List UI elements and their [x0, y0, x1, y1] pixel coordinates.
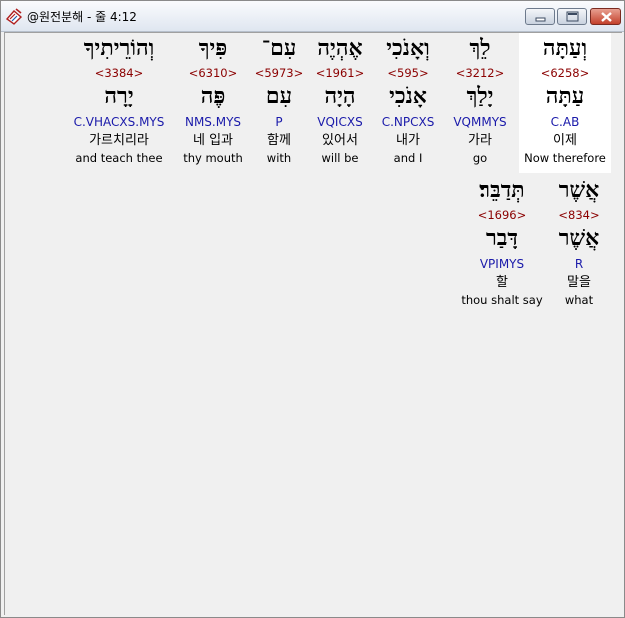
- strong-number: <6310>: [188, 66, 238, 80]
- korean-gloss: 이제: [553, 133, 577, 148]
- morphology-code: C.AB: [550, 115, 580, 129]
- hebrew-word: תְּדַבֵּר׃: [479, 177, 525, 203]
- english-gloss: with: [266, 151, 292, 165]
- morphology-code: NMS.MYS: [184, 115, 242, 129]
- hebrew-word: אֶהְיֶה: [317, 35, 363, 61]
- strong-number: <6258>: [540, 66, 590, 80]
- interlinear-panel: וְעַתָּה <6258> עַתָּה C.AB 이제 Now there…: [4, 32, 622, 615]
- app-window: @원전분해 - 줄 4:12 וְעַתָּה <6258> עַתָּה C.…: [0, 0, 625, 618]
- hebrew-word: פִּיךָ: [198, 35, 228, 61]
- hebrew-word: לֵךְ: [469, 35, 491, 61]
- korean-gloss: 할: [496, 275, 508, 290]
- word-cell[interactable]: אֲשֶׁר <834> אֲשֶׁר R 말을 what: [549, 175, 609, 315]
- strong-number: <834>: [558, 208, 600, 222]
- hebrew-lemma: אָנֹכִי: [389, 83, 427, 109]
- hebrew-lemma: דָּבַר: [486, 225, 518, 251]
- word-cell[interactable]: פִּיךָ <6310> פֶּה NMS.MYS 네 입과 thy mout…: [177, 33, 249, 173]
- english-gloss: Now therefore: [524, 151, 606, 165]
- close-icon: [601, 12, 612, 22]
- close-button[interactable]: [590, 8, 621, 25]
- window-title: @원전분해 - 줄 4:12: [27, 10, 137, 24]
- hebrew-word: וְהוֹרֵיתִיךָ: [83, 35, 155, 61]
- word-cell[interactable]: לֵךְ <3212> יָלַךְ VQMMYS 가라 go: [445, 33, 515, 173]
- title-bar[interactable]: @원전분해 - 줄 4:12: [1, 1, 624, 32]
- strong-number: <1696>: [477, 208, 527, 222]
- korean-gloss: 말을: [567, 275, 591, 290]
- english-gloss: and I: [393, 151, 423, 165]
- morphology-code: P: [275, 115, 283, 129]
- book-pen-icon[interactable]: [5, 7, 23, 25]
- strong-number: <3384>: [94, 66, 144, 80]
- english-gloss: go: [472, 151, 488, 165]
- minimize-button[interactable]: [525, 8, 555, 25]
- maximize-icon: [566, 11, 579, 22]
- hebrew-lemma: עִם: [265, 83, 293, 109]
- strong-number: <3212>: [455, 66, 505, 80]
- english-gloss: what: [564, 293, 594, 307]
- maximize-button[interactable]: [557, 8, 587, 25]
- morphology-code: R: [574, 257, 584, 271]
- strong-number: <595>: [387, 66, 429, 80]
- hebrew-lemma: הָיָה: [324, 83, 356, 109]
- hebrew-word: אֲשֶׁר: [558, 177, 600, 203]
- korean-gloss: 내가: [396, 133, 420, 148]
- morphology-code: VPIMYS: [479, 257, 525, 271]
- english-gloss: will be: [321, 151, 359, 165]
- hebrew-lemma: יָרָה: [104, 83, 134, 109]
- korean-gloss: 함께: [267, 133, 291, 148]
- morphology-code: VQMMYS: [453, 115, 507, 129]
- word-cell[interactable]: וְעַתָּה <6258> עַתָּה C.AB 이제 Now there…: [519, 33, 611, 173]
- morphology-code: VQICXS: [317, 115, 363, 129]
- korean-gloss: 네 입과: [192, 133, 233, 148]
- hebrew-word: וְאָנֹכִי: [386, 35, 430, 61]
- hebrew-lemma: פֶּה: [200, 83, 226, 109]
- hebrew-word: וְעַתָּה: [542, 35, 588, 61]
- english-gloss: thou shalt say: [461, 293, 543, 307]
- hebrew-lemma: עַתָּה: [545, 83, 585, 109]
- strong-number: <1961>: [315, 66, 365, 80]
- word-cell[interactable]: וְאָנֹכִי <595> אָנֹכִי C.NPCXS 내가 and I: [373, 33, 443, 173]
- hebrew-word: עִם־: [261, 35, 297, 61]
- korean-gloss: 가르치리라: [89, 133, 149, 148]
- korean-gloss: 있어서: [322, 133, 358, 148]
- word-cell[interactable]: וְהוֹרֵיתִיךָ <3384> יָרָה C.VHACXS.MYS …: [65, 33, 173, 173]
- morphology-code: C.NPCXS: [381, 115, 435, 129]
- word-cell[interactable]: תְּדַבֵּר׃ <1696> דָּבַר VPIMYS 할 thou s…: [457, 175, 547, 315]
- english-gloss: thy mouth: [183, 151, 243, 165]
- morphology-code: C.VHACXS.MYS: [73, 115, 165, 129]
- word-cell[interactable]: אֶהְיֶה <1961> הָיָה VQICXS 있어서 will be: [309, 33, 371, 173]
- korean-gloss: 가라: [468, 133, 492, 148]
- minimize-icon: [535, 17, 546, 22]
- english-gloss: and teach thee: [75, 151, 163, 165]
- hebrew-lemma: אֲשֶׁר: [558, 225, 600, 251]
- hebrew-lemma: יָלַךְ: [466, 83, 494, 109]
- word-cell[interactable]: עִם־ <5973> עִם P 함께 with: [251, 33, 307, 173]
- strong-number: <5973>: [254, 66, 304, 80]
